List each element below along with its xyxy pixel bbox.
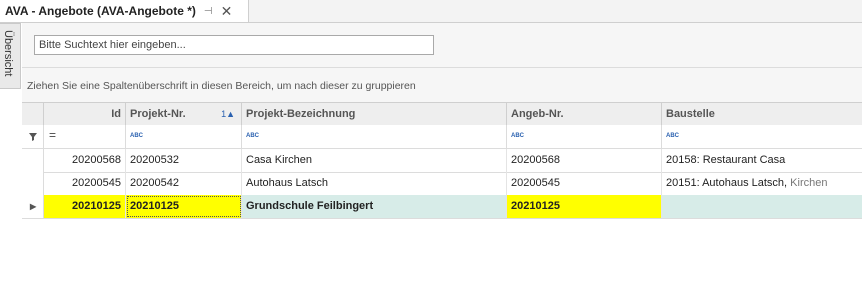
cell-baustelle[interactable]: [662, 195, 862, 218]
search-input[interactable]: [34, 35, 434, 55]
column-header-id[interactable]: Id: [44, 103, 126, 125]
close-icon[interactable]: ✕: [221, 3, 233, 20]
baustelle-extra-text: Kirchen: [790, 177, 828, 189]
column-header-projekt-nr-label: Projekt-Nr.: [130, 108, 186, 120]
search-panel: [22, 23, 862, 68]
current-row-arrow-icon: ▶: [30, 202, 37, 211]
document-tab-bar: AVA - Angebote (AVA-Angebote *) ⊣ ✕: [0, 0, 862, 23]
filter-cell-projekt-nr[interactable]: ABC: [126, 125, 242, 148]
baustelle-text: 20158: Restaurant Casa: [666, 154, 786, 166]
tab-title: AVA - Angebote (AVA-Angebote *): [5, 4, 196, 18]
filter-equals-operator: =: [49, 128, 57, 142]
cell-id[interactable]: 20200545: [44, 172, 126, 195]
cell-projekt-bezeichnung[interactable]: Grundschule Feilbingert: [242, 195, 507, 218]
filter-cell-angeb-nr[interactable]: ABC: [507, 125, 662, 148]
document-tab-ava-angebote[interactable]: AVA - Angebote (AVA-Angebote *) ⊣ ✕: [0, 0, 249, 22]
table-row-selected[interactable]: ▶ 20210125 20210125 Grundschule Feilbing…: [22, 195, 862, 219]
cell-id[interactable]: 20210125: [44, 195, 126, 218]
filter-icon[interactable]: [22, 125, 44, 148]
filter-cell-id[interactable]: =: [44, 125, 126, 148]
row-indicator[interactable]: ▶: [22, 195, 44, 218]
text-filter-icon: ABC: [246, 133, 259, 139]
cell-projekt-bezeichnung[interactable]: Autohaus Latsch: [242, 172, 507, 195]
text-filter-icon: ABC: [511, 133, 524, 139]
sort-ascending-icon: 1▲: [221, 109, 235, 119]
filter-cell-baustelle[interactable]: ABC: [662, 125, 862, 148]
filter-row: = ABC ABC ABC ABC: [22, 125, 862, 149]
cell-projekt-nr[interactable]: 20200542: [126, 172, 242, 195]
cell-baustelle[interactable]: 20151: Autohaus Latsch, Kirchen: [662, 172, 862, 195]
table-row[interactable]: 20200545 20200542 Autohaus Latsch 202005…: [22, 172, 862, 196]
text-filter-icon: ABC: [666, 133, 679, 139]
overview-side-tab-label: Übersicht: [2, 30, 14, 77]
cell-angeb-nr[interactable]: 20210125: [507, 195, 662, 218]
cell-projekt-nr[interactable]: 20200532: [126, 149, 242, 172]
offers-grid: Id Projekt-Nr. 1▲ Projekt-Bezeichnung An…: [22, 102, 862, 300]
row-indicator[interactable]: [22, 149, 44, 172]
column-header-projekt-nr[interactable]: Projekt-Nr. 1▲: [126, 103, 242, 125]
filter-cell-projekt-bezeichnung[interactable]: ABC: [242, 125, 507, 148]
row-indicator[interactable]: [22, 172, 44, 195]
grid-header-row: Id Projekt-Nr. 1▲ Projekt-Bezeichnung An…: [22, 102, 862, 126]
table-row[interactable]: 20200568 20200532 Casa Kirchen 20200568 …: [22, 149, 862, 173]
column-header-angeb-nr[interactable]: Angeb-Nr.: [507, 103, 662, 125]
cell-angeb-nr[interactable]: 20200545: [507, 172, 662, 195]
cell-baustelle[interactable]: 20158: Restaurant Casa: [662, 149, 862, 172]
sort-index: 1: [221, 109, 227, 119]
text-filter-icon: ABC: [130, 133, 143, 139]
baustelle-text: 20151: Autohaus Latsch,: [666, 177, 788, 189]
cell-projekt-nr[interactable]: 20210125: [126, 195, 242, 218]
column-header-projekt-bezeichnung[interactable]: Projekt-Bezeichnung: [242, 103, 507, 125]
group-by-hint: Ziehen Sie eine Spaltenüberschrift in di…: [27, 80, 416, 92]
cell-projekt-bezeichnung[interactable]: Casa Kirchen: [242, 149, 507, 172]
group-by-panel[interactable]: Ziehen Sie eine Spaltenüberschrift in di…: [22, 68, 862, 102]
cell-id[interactable]: 20200568: [44, 149, 126, 172]
pin-icon[interactable]: ⊣: [204, 6, 213, 17]
column-header-baustelle[interactable]: Baustelle: [662, 103, 862, 125]
overview-side-tab[interactable]: Übersicht: [0, 23, 21, 89]
cell-angeb-nr[interactable]: 20200568: [507, 149, 662, 172]
header-indicator-cell: [22, 103, 44, 125]
